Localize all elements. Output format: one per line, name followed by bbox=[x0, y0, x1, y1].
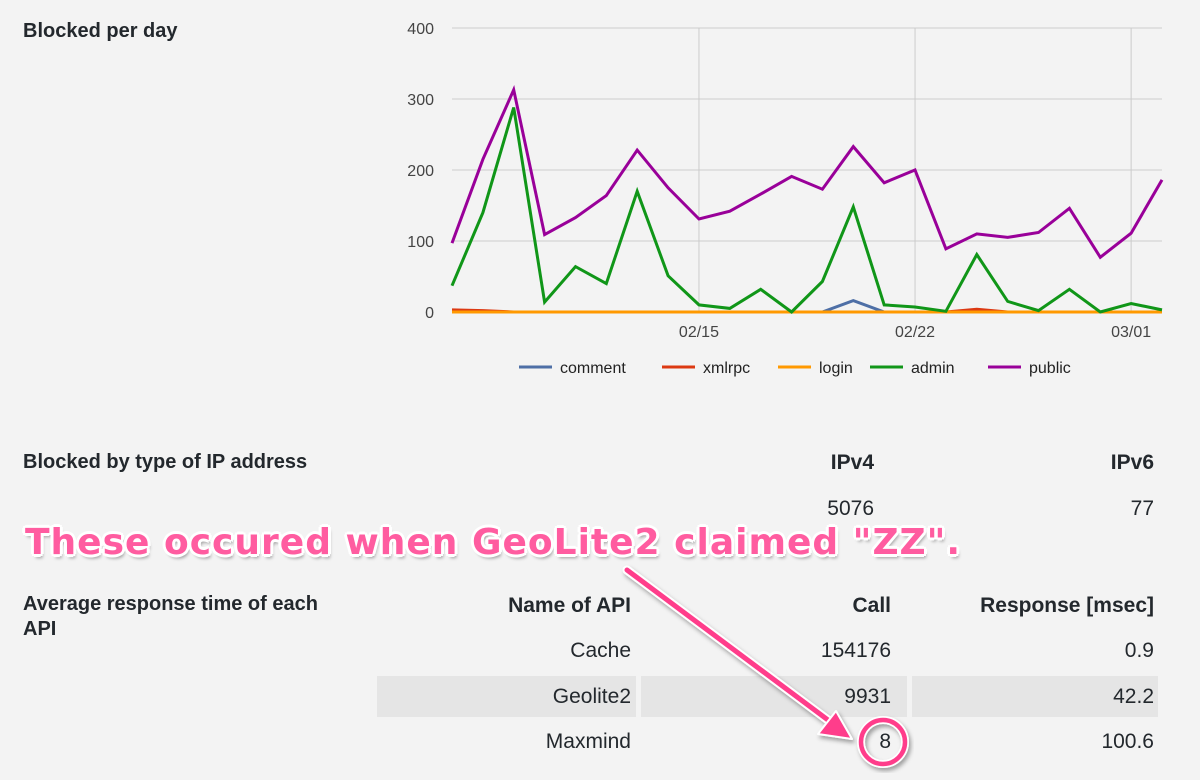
api-name-cell: Cache bbox=[570, 639, 631, 662]
api-call-cell: 154176 bbox=[820, 639, 891, 662]
legend-item-xmlrpc: xmlrpc bbox=[662, 360, 750, 377]
ipv4-header: IPv4 bbox=[830, 451, 874, 474]
blocked-by-ip-title: Blocked by type of IP address bbox=[23, 451, 308, 473]
api-name-header: Name of API bbox=[508, 594, 631, 617]
api-response-cell: 42.2 bbox=[1113, 685, 1154, 708]
api-name-cell: Maxmind bbox=[545, 730, 631, 753]
ipv6-value: 77 bbox=[1130, 497, 1154, 520]
annotation-text: These occured when GeoLite2 claimed "ZZ"… bbox=[25, 522, 962, 563]
series-line-comment bbox=[452, 299, 1162, 314]
api-response-header: Response [msec] bbox=[980, 594, 1154, 617]
series-line-admin bbox=[450, 107, 1163, 314]
series-line-public bbox=[450, 84, 1164, 260]
blocked-per-day-chart: 0 100 200 300 400 02/15 02/22 03/01 comment xmlr… bbox=[407, 21, 1164, 377]
legend-item-admin: admin bbox=[870, 360, 955, 377]
avg-response-title: Average response time of each API bbox=[23, 593, 318, 640]
x-tick-label: 03/01 bbox=[1111, 324, 1151, 341]
y-tick-label: 400 bbox=[407, 21, 434, 38]
api-response-cell: 100.6 bbox=[1101, 730, 1154, 753]
legend-item-public: public bbox=[988, 360, 1071, 377]
chart-axes: 0 100 200 300 400 02/15 02/22 03/01 bbox=[407, 21, 1151, 341]
legend-item-login: login bbox=[778, 360, 853, 377]
legend-label: admin bbox=[911, 360, 955, 377]
legend-label: xmlrpc bbox=[703, 360, 750, 377]
ipv6-header: IPv6 bbox=[1110, 451, 1154, 474]
chart-grid bbox=[452, 27, 1162, 313]
api-call-cell: 8 bbox=[879, 730, 891, 753]
x-tick-label: 02/15 bbox=[679, 324, 719, 341]
y-tick-label: 300 bbox=[407, 92, 434, 109]
legend-label: public bbox=[1029, 360, 1071, 377]
legend-label: comment bbox=[560, 360, 626, 377]
api-name-cell: Geolite2 bbox=[552, 685, 631, 708]
y-tick-label: 100 bbox=[407, 234, 434, 251]
y-tick-label: 0 bbox=[425, 305, 434, 322]
y-tick-label: 200 bbox=[407, 163, 434, 180]
api-call-cell: 9931 bbox=[844, 685, 891, 708]
x-tick-label: 02/22 bbox=[895, 324, 935, 341]
chart-series bbox=[450, 84, 1164, 314]
legend-label: login bbox=[819, 360, 853, 377]
api-call-header: Call bbox=[852, 594, 891, 617]
ipv4-value: 5076 bbox=[827, 497, 874, 520]
api-response-cell: 0.9 bbox=[1124, 639, 1154, 662]
legend-item-comment: comment bbox=[519, 360, 626, 377]
chart-legend: comment xmlrpc login admin public bbox=[519, 360, 1071, 377]
